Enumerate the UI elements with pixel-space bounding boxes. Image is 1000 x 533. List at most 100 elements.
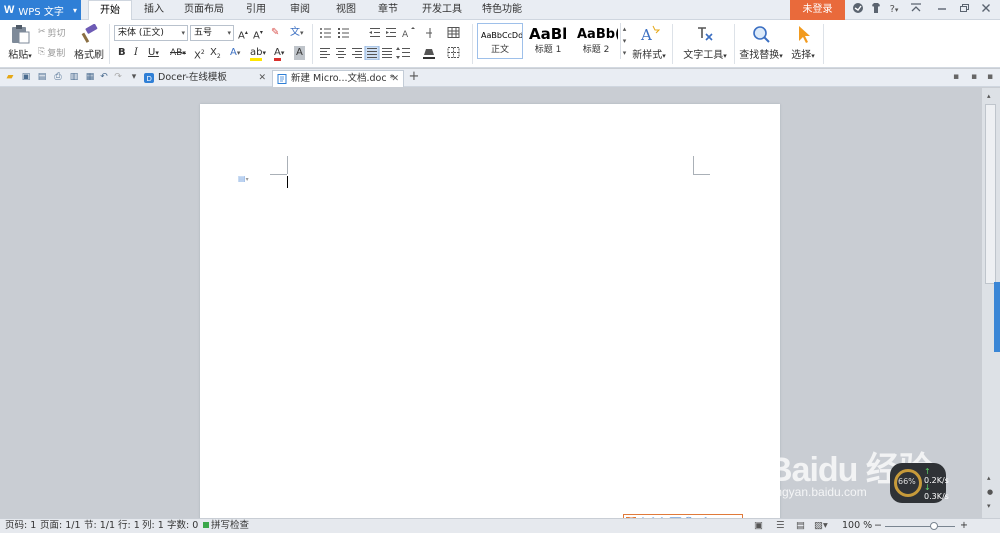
- underline-icon[interactable]: U▾: [148, 46, 159, 60]
- collapse-ribbon-icon[interactable]: [908, 2, 924, 18]
- close-tab-icon[interactable]: ✕: [258, 70, 266, 86]
- select-browse-icon[interactable]: ●: [987, 488, 993, 496]
- cut-button[interactable]: ✂ 剪切: [38, 25, 66, 39]
- app-menu-button[interactable]: W WPS 文字 ▾: [0, 0, 81, 20]
- panel-toggle-icon[interactable]: ▪: [984, 71, 996, 83]
- tab-insert[interactable]: 插入: [136, 0, 172, 20]
- align-left-icon[interactable]: [320, 48, 330, 58]
- font-name-select[interactable]: 宋体 (正文) ▾: [114, 25, 188, 41]
- tab-home[interactable]: 开始: [88, 0, 132, 21]
- strikethrough-icon[interactable]: AB▾: [170, 46, 186, 60]
- restore-icon[interactable]: [956, 2, 972, 18]
- clear-format-icon[interactable]: ✎: [271, 26, 279, 40]
- tab-references[interactable]: 引用: [238, 0, 274, 20]
- document-page[interactable]: ▤▾: [200, 104, 780, 524]
- network-speed-widget[interactable]: 66% ↑ 0.2K/s ↓ 0.3K/s: [890, 463, 949, 503]
- view-outline-icon[interactable]: ☰: [776, 519, 785, 533]
- line-spacing-icon[interactable]: [396, 47, 410, 59]
- paragraph-menu-icon[interactable]: ▤▾: [238, 174, 258, 186]
- status-words[interactable]: 字数: 0: [167, 519, 198, 533]
- borders-icon[interactable]: [447, 47, 460, 58]
- bullets-icon[interactable]: [320, 28, 331, 38]
- tab-features[interactable]: 特色功能: [476, 0, 528, 20]
- print-icon[interactable]: ⎙: [52, 71, 64, 83]
- font-size-select[interactable]: 五号 ▾: [190, 25, 234, 41]
- subscript-icon[interactable]: X2: [210, 46, 221, 60]
- login-button[interactable]: 未登录: [790, 0, 845, 20]
- tab-view[interactable]: 视图: [328, 0, 364, 20]
- undo-icon[interactable]: ↶: [98, 71, 110, 83]
- highlight-icon[interactable]: ab▾: [250, 46, 266, 61]
- styles-scroll[interactable]: ▴ ▾ ▾: [620, 23, 628, 59]
- italic-icon[interactable]: I: [134, 46, 138, 60]
- zoom-slider[interactable]: [885, 526, 955, 527]
- style-heading-1[interactable]: AaBl 标题 1: [525, 23, 571, 59]
- numbering-icon[interactable]: [338, 28, 349, 38]
- find-replace-button[interactable]: 查找替换▾: [738, 24, 784, 61]
- tab-chapter[interactable]: 章节: [370, 0, 406, 20]
- text-tools-button[interactable]: 文字工具▾: [680, 24, 730, 61]
- view-web-icon[interactable]: ▤: [796, 519, 805, 533]
- view-reading-icon[interactable]: ▧▾: [814, 519, 828, 533]
- phonetic-guide-icon[interactable]: 文▾: [290, 26, 304, 40]
- zoom-in-button[interactable]: +: [960, 519, 968, 533]
- tab-review[interactable]: 审阅: [282, 0, 318, 20]
- app-name: WPS 文字: [18, 6, 64, 18]
- new-tab-icon[interactable]: +: [408, 70, 420, 83]
- save-icon[interactable]: ▣: [20, 71, 32, 83]
- zoom-level[interactable]: 100 %: [842, 519, 872, 533]
- format-painter-button[interactable]: 格式刷: [74, 24, 104, 61]
- scroll-up-icon[interactable]: ▴: [987, 92, 991, 100]
- open-folder-icon[interactable]: ▰: [4, 71, 16, 83]
- show-marks-icon[interactable]: [426, 28, 432, 38]
- zoom-out-button[interactable]: −: [874, 519, 882, 533]
- feedback-icon[interactable]: [850, 2, 866, 18]
- doc-tab-current[interactable]: 新建 Micro...文档.doc * ✕: [272, 70, 404, 87]
- minimize-icon[interactable]: [934, 2, 950, 18]
- tab-developer[interactable]: 开发工具: [416, 0, 468, 20]
- copy-button[interactable]: ⎘ 复制: [38, 45, 65, 59]
- table-icon[interactable]: [447, 27, 460, 38]
- style-heading-2[interactable]: AaBb( 标题 2: [573, 23, 619, 59]
- print-preview-icon[interactable]: ▥: [68, 71, 80, 83]
- char-shading-icon[interactable]: A: [294, 46, 305, 60]
- tab-page-layout[interactable]: 页面布局: [178, 0, 230, 20]
- doc-tab-docer[interactable]: D Docer-在线模板 ✕: [140, 70, 270, 87]
- spell-check-toggle[interactable]: 拼写检查: [203, 519, 249, 533]
- customize-toolbar-icon[interactable]: ▾: [128, 71, 140, 83]
- save-as-icon[interactable]: ▤: [36, 71, 48, 83]
- style-normal[interactable]: AaBbCcDd 正文: [477, 23, 523, 59]
- new-style-button[interactable]: A 新样式▾: [630, 24, 668, 61]
- align-center-icon[interactable]: [336, 48, 346, 58]
- tab-list-icon[interactable]: ▪: [950, 71, 962, 83]
- shading-icon[interactable]: [423, 49, 435, 59]
- increase-indent-icon[interactable]: [386, 28, 396, 37]
- decrease-indent-icon[interactable]: [369, 28, 380, 37]
- redo-icon[interactable]: ↷: [112, 71, 124, 83]
- close-icon[interactable]: [978, 2, 994, 18]
- distributed-icon[interactable]: [382, 48, 392, 58]
- export-pdf-icon[interactable]: ▦: [84, 71, 96, 83]
- close-tab-icon[interactable]: ✕: [391, 71, 399, 87]
- shrink-font-icon[interactable]: A▾: [253, 26, 263, 41]
- bold-icon[interactable]: B: [118, 46, 126, 60]
- prev-page-icon[interactable]: ▴: [987, 474, 991, 482]
- select-button[interactable]: 选择▾: [788, 24, 818, 61]
- justify-icon[interactable]: [364, 46, 380, 60]
- text-effect-icon[interactable]: A▾: [230, 46, 240, 60]
- align-right-icon[interactable]: [352, 48, 362, 58]
- scrollbar-thumb[interactable]: [985, 104, 996, 284]
- superscript-icon[interactable]: X2: [194, 46, 205, 61]
- font-color-icon[interactable]: A▾: [274, 46, 284, 61]
- next-page-icon[interactable]: ▾: [987, 502, 991, 510]
- document-workspace[interactable]: ▤▾: [0, 88, 982, 524]
- sort-icon[interactable]: A: [402, 27, 415, 40]
- fullscreen-icon[interactable]: ▪: [968, 71, 980, 83]
- skin-icon[interactable]: [868, 2, 884, 18]
- view-page-icon[interactable]: ▣: [754, 519, 763, 533]
- grow-font-icon[interactable]: A▴: [238, 26, 248, 41]
- zoom-slider-knob[interactable]: [930, 522, 938, 530]
- help-icon[interactable]: ?▾: [884, 2, 904, 18]
- paste-button[interactable]: 粘贴▾: [5, 24, 35, 61]
- side-panel-handle[interactable]: [994, 282, 1000, 352]
